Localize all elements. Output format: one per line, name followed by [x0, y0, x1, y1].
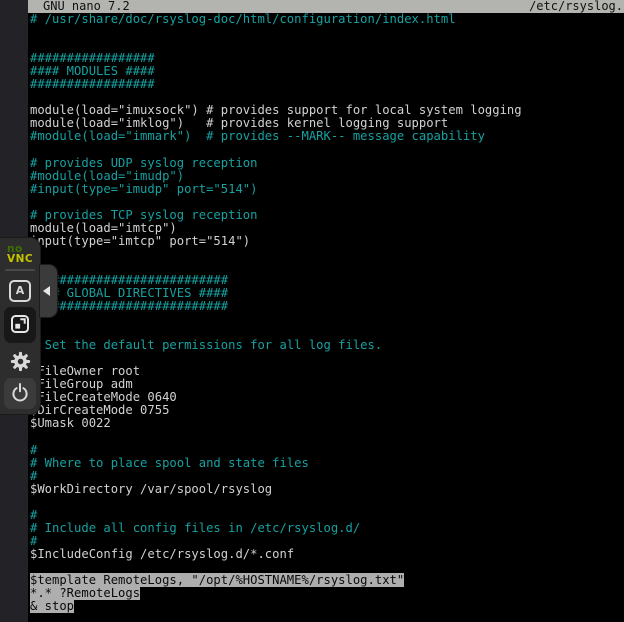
- fullscreen-button[interactable]: [4, 307, 36, 343]
- editor-buffer[interactable]: # /usr/share/doc/rsyslog-doc/html/config…: [28, 13, 624, 622]
- novnc-control-bar: no VNC A: [0, 238, 40, 414]
- editor-line: [30, 248, 624, 261]
- novnc-screen: GNU nano 7.2 /etc/rsyslog. # /usr/share/…: [0, 0, 624, 622]
- editor-line: $Umask 0022: [30, 417, 624, 430]
- editor-line: # /usr/share/doc/rsyslog-doc/html/config…: [30, 13, 624, 26]
- editor-line: #module(load="immark") # provides --MARK…: [30, 130, 624, 143]
- editor-line: $DirCreateMode 0755: [30, 404, 624, 417]
- editor-line: # Where to place spool and state files: [30, 457, 624, 470]
- editor-line: [30, 26, 624, 39]
- editor-line: ###########################: [30, 300, 624, 313]
- disconnect-button[interactable]: [4, 378, 36, 409]
- editor-line: #input(type="imudp" port="514"): [30, 183, 624, 196]
- editor-line: *.* ?RemoteLogs: [30, 587, 624, 600]
- novnc-logo: no VNC: [7, 244, 33, 264]
- gear-icon: [9, 350, 32, 376]
- clipboard-icon: A: [9, 280, 31, 302]
- editor-line: [30, 313, 624, 326]
- power-icon: [9, 381, 31, 406]
- terminal-window[interactable]: GNU nano 7.2 /etc/rsyslog. # /usr/share/…: [28, 0, 624, 622]
- control-bar-handle[interactable]: [40, 265, 57, 317]
- editor-line: # Set the default permissions for all lo…: [30, 339, 624, 352]
- collapse-arrow-icon: [43, 286, 50, 296]
- editor-line: $WorkDirectory /var/spool/rsyslog: [30, 483, 624, 496]
- nano-file-path: /etc/rsyslog.: [529, 0, 624, 13]
- settings-button[interactable]: [7, 350, 33, 376]
- editor-line: input(type="imtcp" port="514"): [30, 235, 624, 248]
- editor-line: # Include all config files in /etc/rsysl…: [30, 522, 624, 535]
- fullscreen-icon: [9, 313, 31, 338]
- panel-divider: [5, 269, 35, 271]
- editor-line: [30, 496, 624, 509]
- editor-line: & stop: [30, 600, 624, 613]
- editor-line: #################: [30, 78, 624, 91]
- editor-line: [30, 431, 624, 444]
- clipboard-button[interactable]: A: [8, 279, 32, 303]
- novnc-logo-vnc: VNC: [7, 254, 33, 264]
- editor-line: $IncludeConfig /etc/rsyslog.d/*.conf: [30, 548, 624, 561]
